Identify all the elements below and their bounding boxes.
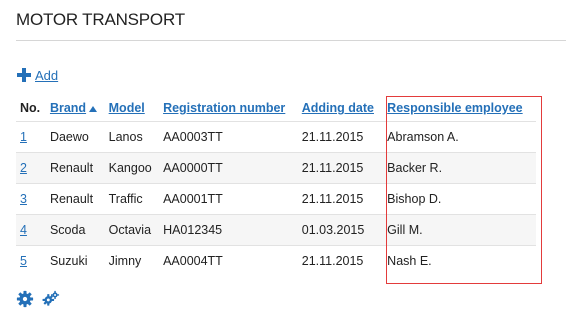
table-row: 2 Renault Kangoo AA0000TT 21.11.2015 Bac… <box>16 152 536 184</box>
add-button[interactable]: Add <box>16 67 58 83</box>
row-number-link[interactable]: 5 <box>20 254 27 268</box>
brand-cell: Daewo <box>45 121 105 153</box>
date-cell: 21.11.2015 <box>297 152 384 184</box>
registration-cell: AA0004TT <box>159 245 298 276</box>
table-row: 5 Suzuki Jimny AA0004TT 21.11.2015 Nash … <box>16 245 536 276</box>
column-header-responsible-employee[interactable]: Responsible employee <box>383 95 536 122</box>
employee-cell: Backer R. <box>383 152 536 184</box>
table-row: 1 Daewo Lanos AA0003TT 21.11.2015 Abrams… <box>16 121 536 153</box>
column-header-adding-date[interactable]: Adding date <box>298 95 383 122</box>
brand-cell: Suzuki <box>45 245 105 276</box>
column-header-model[interactable]: Model <box>105 95 159 122</box>
row-number-link[interactable]: 1 <box>20 130 27 144</box>
column-header-registration-number[interactable]: Registration number <box>159 95 298 122</box>
plus-icon <box>17 68 31 82</box>
title-divider <box>16 40 566 41</box>
brand-cell: Scoda <box>45 214 105 246</box>
employee-cell: Abramson A. <box>383 121 536 153</box>
brand-cell: Renault <box>45 183 105 215</box>
row-number-link[interactable]: 3 <box>20 192 27 206</box>
model-cell: Lanos <box>104 121 160 153</box>
registration-cell: HA012345 <box>159 214 298 246</box>
add-label[interactable]: Add <box>35 68 58 83</box>
row-number-cell: 5 <box>16 245 46 276</box>
column-header-brand[interactable]: Brand <box>46 95 105 122</box>
row-number-link[interactable]: 2 <box>20 161 27 175</box>
table-row: 4 Scoda Octavia HA012345 01.03.2015 Gill… <box>16 214 536 246</box>
model-cell: Traffic <box>104 183 160 215</box>
registration-cell: AA0000TT <box>159 152 298 184</box>
sort-ascending-icon <box>89 105 98 112</box>
row-number-link[interactable]: 4 <box>20 223 27 237</box>
date-cell: 21.11.2015 <box>297 121 384 153</box>
table-header-row: No. Brand Model Registration number Addi… <box>16 95 536 122</box>
gear-icon[interactable] <box>16 290 34 308</box>
page-title: MOTOR TRANSPORT <box>16 10 185 29</box>
date-cell: 21.11.2015 <box>297 245 384 276</box>
model-cell: Jimny <box>104 245 160 276</box>
column-header-no: No. <box>20 101 41 115</box>
brand-cell: Renault <box>45 152 105 184</box>
date-cell: 01.03.2015 <box>297 214 384 246</box>
employee-cell: Bishop D. <box>383 183 536 215</box>
row-number-cell: 3 <box>16 183 46 215</box>
row-number-cell: 4 <box>16 214 46 246</box>
model-cell: Kangoo <box>104 152 160 184</box>
row-number-cell: 2 <box>16 152 46 184</box>
employee-cell: Gill M. <box>383 214 536 246</box>
date-cell: 21.11.2015 <box>297 183 384 215</box>
table-row: 3 Renault Traffic AA0001TT 21.11.2015 Bi… <box>16 183 536 215</box>
employee-cell: Nash E. <box>383 245 536 276</box>
gears-icon[interactable] <box>42 290 60 308</box>
model-cell: Octavia <box>104 214 160 246</box>
registration-cell: AA0003TT <box>159 121 298 153</box>
table-tools <box>16 290 60 308</box>
row-number-cell: 1 <box>16 121 46 153</box>
transport-table: No. Brand Model Registration number Addi… <box>16 95 536 276</box>
registration-cell: AA0001TT <box>159 183 298 215</box>
